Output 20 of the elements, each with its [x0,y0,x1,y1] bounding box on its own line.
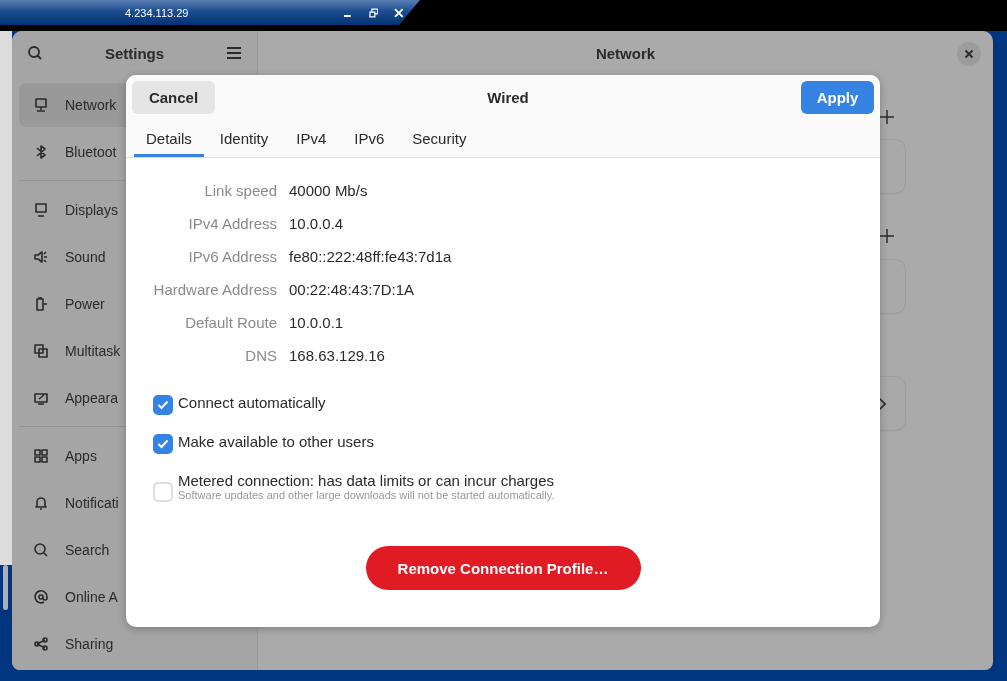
checkbox-label: Make available to other users [178,433,374,450]
field-label: IPv4 Address [187,215,277,232]
field-value: 168.63.129.16 [289,347,386,364]
field-value: 40000 Mb/s [289,182,369,199]
checkbox-label: Metered connection: has data limits or can incur charges [178,472,555,489]
field-value: 10.0.0.1 [289,314,345,331]
host-address: 4.234.113.29 [125,6,190,19]
sidebar-title: Settings [104,44,165,62]
field-label: IPv6 Address [187,248,277,265]
dialog-title: Wired [487,89,529,106]
field-label: DNS [244,347,277,364]
field-value: 00:22:48:43:7D:1A [289,281,416,298]
field-value: fe80::222:48ff:fe43:7d1a [289,248,453,265]
hint-text: Software updates and other large downloads will not be started automatically. [178,489,555,501]
field-value: 10.0.0.4 [289,215,345,232]
field-label: Link speed [203,182,277,199]
checkbox-label: Connect automatically [178,394,326,411]
field-label: Hardware Address [152,281,277,298]
field-label: Default Route [184,314,277,331]
page-title: Network [595,44,656,62]
